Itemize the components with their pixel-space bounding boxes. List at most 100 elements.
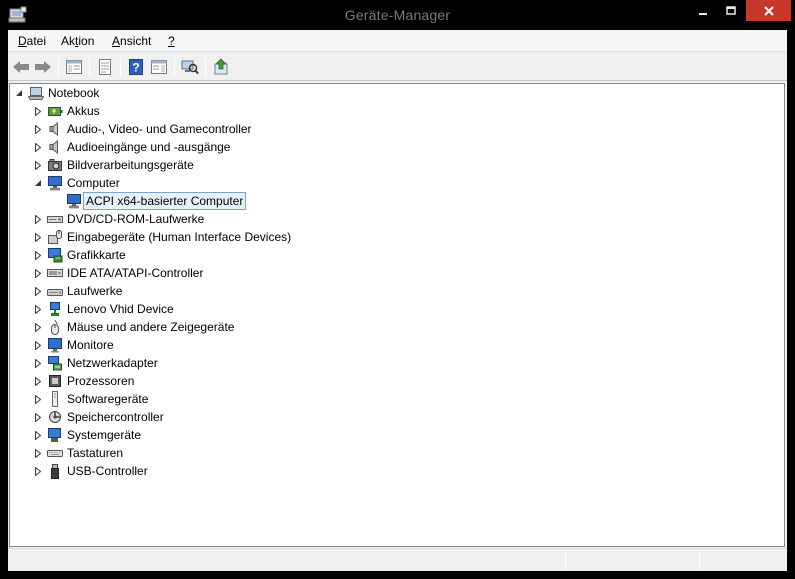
menu-help[interactable]: ? xyxy=(168,34,175,48)
scan-hardware-button[interactable] xyxy=(179,56,201,78)
tree-expander[interactable] xyxy=(33,444,43,462)
help-button[interactable]: ? xyxy=(125,56,147,78)
usb-icon xyxy=(47,463,63,479)
forward-button[interactable] xyxy=(32,56,54,78)
toolbar-separator xyxy=(89,57,90,77)
tree-expander[interactable] xyxy=(33,336,43,354)
back-button[interactable] xyxy=(10,56,32,78)
menu-help-accel: ? xyxy=(168,34,175,48)
tree-node-category[interactable]: USB-Controller xyxy=(33,462,148,480)
tree-node-category[interactable]: DVD/CD-ROM-Laufwerke xyxy=(33,210,204,228)
processor-icon xyxy=(47,373,63,389)
close-button[interactable] xyxy=(746,0,791,21)
tree-expander[interactable] xyxy=(33,354,43,372)
close-icon xyxy=(763,5,774,16)
storage-controller-icon xyxy=(47,409,63,425)
tree-node-category[interactable]: Monitore xyxy=(33,336,114,354)
tree-expander[interactable] xyxy=(33,138,43,156)
tree-node-category[interactable]: Audio-, Video- und Gamecontroller xyxy=(33,120,252,138)
expand-arrow-icon xyxy=(35,304,41,314)
tree-node-category[interactable]: Prozessoren xyxy=(33,372,134,390)
tree-node-category[interactable]: Tastaturen xyxy=(33,444,123,462)
collapse-arrow-icon xyxy=(35,180,41,186)
tree-node-category[interactable]: Lenovo Vhid Device xyxy=(33,300,174,318)
tree-expander[interactable] xyxy=(33,264,43,282)
notebook-icon xyxy=(28,85,44,101)
tree-node-category[interactable]: Systemgeräte xyxy=(33,426,141,444)
menu-ansicht[interactable]: Ansicht xyxy=(112,34,151,48)
tree-expander[interactable] xyxy=(33,210,43,228)
tree-expander[interactable] xyxy=(33,282,43,300)
tree-expander[interactable] xyxy=(33,174,43,192)
tree-expander[interactable] xyxy=(33,120,43,138)
toolbar-separator xyxy=(205,57,206,77)
camera-icon xyxy=(47,157,63,173)
tree-node-label: IDE ATA/ATAPI-Controller xyxy=(67,266,204,280)
expand-arrow-icon xyxy=(35,232,41,242)
tree-node-label: Laufwerke xyxy=(67,284,123,298)
update-driver-button[interactable] xyxy=(210,56,232,78)
tree-expander[interactable] xyxy=(33,390,43,408)
tree-expander[interactable] xyxy=(33,462,43,480)
tree-expander[interactable] xyxy=(33,228,43,246)
tree-node-label: Audio-, Video- und Gamecontroller xyxy=(67,122,252,136)
properties-button[interactable] xyxy=(94,56,116,78)
tree-expander[interactable] xyxy=(33,246,43,264)
show-action-pane-button[interactable] xyxy=(148,56,170,78)
title-bar[interactable]: Geräte-Manager xyxy=(0,0,795,30)
menu-datei[interactable]: Datei xyxy=(18,34,46,48)
hid-icon xyxy=(47,229,63,245)
expand-arrow-icon xyxy=(35,322,41,332)
menu-aktion[interactable]: Aktion xyxy=(61,34,94,48)
menu-bar: Datei Aktion Ansicht ? xyxy=(8,30,787,52)
tree-node-category[interactable]: IDE ATA/ATAPI-Controller xyxy=(33,264,203,282)
tree-node-category[interactable]: Mäuse und andere Zeigegeräte xyxy=(33,318,234,336)
expand-arrow-icon xyxy=(35,106,41,116)
collapse-arrow-icon xyxy=(16,90,22,96)
computer-icon xyxy=(47,175,63,191)
tree-expander[interactable] xyxy=(33,372,43,390)
battery-icon xyxy=(47,103,63,119)
tree-node-device[interactable]: ACPI x64-basierter Computer xyxy=(52,192,247,210)
expand-arrow-icon xyxy=(35,250,41,260)
tree-node-category[interactable]: Computer xyxy=(33,174,120,192)
tree-node-category[interactable]: Eingabegeräte (Human Interface Devices) xyxy=(33,228,291,246)
show-hide-console-tree-button[interactable] xyxy=(63,56,85,78)
tree-node-category[interactable]: Netzwerkadapter xyxy=(33,354,158,372)
maximize-button[interactable] xyxy=(717,0,744,21)
network-device-icon xyxy=(47,301,63,317)
tree-node-category[interactable]: Grafikkarte xyxy=(33,246,126,264)
show-action-pane-icon xyxy=(151,60,167,74)
expand-arrow-icon xyxy=(35,160,41,170)
tree-expander[interactable] xyxy=(33,156,43,174)
tree-node-root[interactable]: Notebook xyxy=(14,84,99,102)
minimize-button[interactable] xyxy=(689,0,716,21)
tree-expander[interactable] xyxy=(33,318,43,336)
status-bar-divider xyxy=(565,552,566,569)
tree-node-label: Speichercontroller xyxy=(67,410,164,424)
tree-node-category[interactable]: Audioeingänge und -ausgänge xyxy=(33,138,230,156)
tree-expander[interactable] xyxy=(33,300,43,318)
tree-expander[interactable] xyxy=(33,408,43,426)
ide-controller-icon xyxy=(47,265,63,281)
tree-expander[interactable] xyxy=(14,84,24,102)
tree-node-category[interactable]: Laufwerke xyxy=(33,282,122,300)
tree-node-category[interactable]: Softwaregeräte xyxy=(33,390,148,408)
menu-ansicht-rest: nsicht xyxy=(120,34,152,48)
disc-drive-icon xyxy=(47,211,63,227)
toolbar-separator xyxy=(174,57,175,77)
tree-expander[interactable] xyxy=(33,102,43,120)
device-tree[interactable]: Notebook Akkus Audio-, Video- und Gamecont… xyxy=(9,83,785,547)
tree-node-category[interactable]: Speichercontroller xyxy=(33,408,164,426)
tree-expander[interactable] xyxy=(33,426,43,444)
computer-icon xyxy=(66,193,82,209)
expand-arrow-icon xyxy=(35,394,41,404)
tree-node-category[interactable]: Bildverarbeitungsgeräte xyxy=(33,156,194,174)
expand-arrow-icon xyxy=(35,286,41,296)
tree-node-category[interactable]: Akkus xyxy=(33,102,100,120)
tree-node-label: Systemgeräte xyxy=(67,428,142,442)
properties-icon xyxy=(99,59,111,75)
mouse-icon xyxy=(47,319,63,335)
display-adapter-icon xyxy=(47,247,63,263)
tree-node-label: Tastaturen xyxy=(67,446,124,460)
